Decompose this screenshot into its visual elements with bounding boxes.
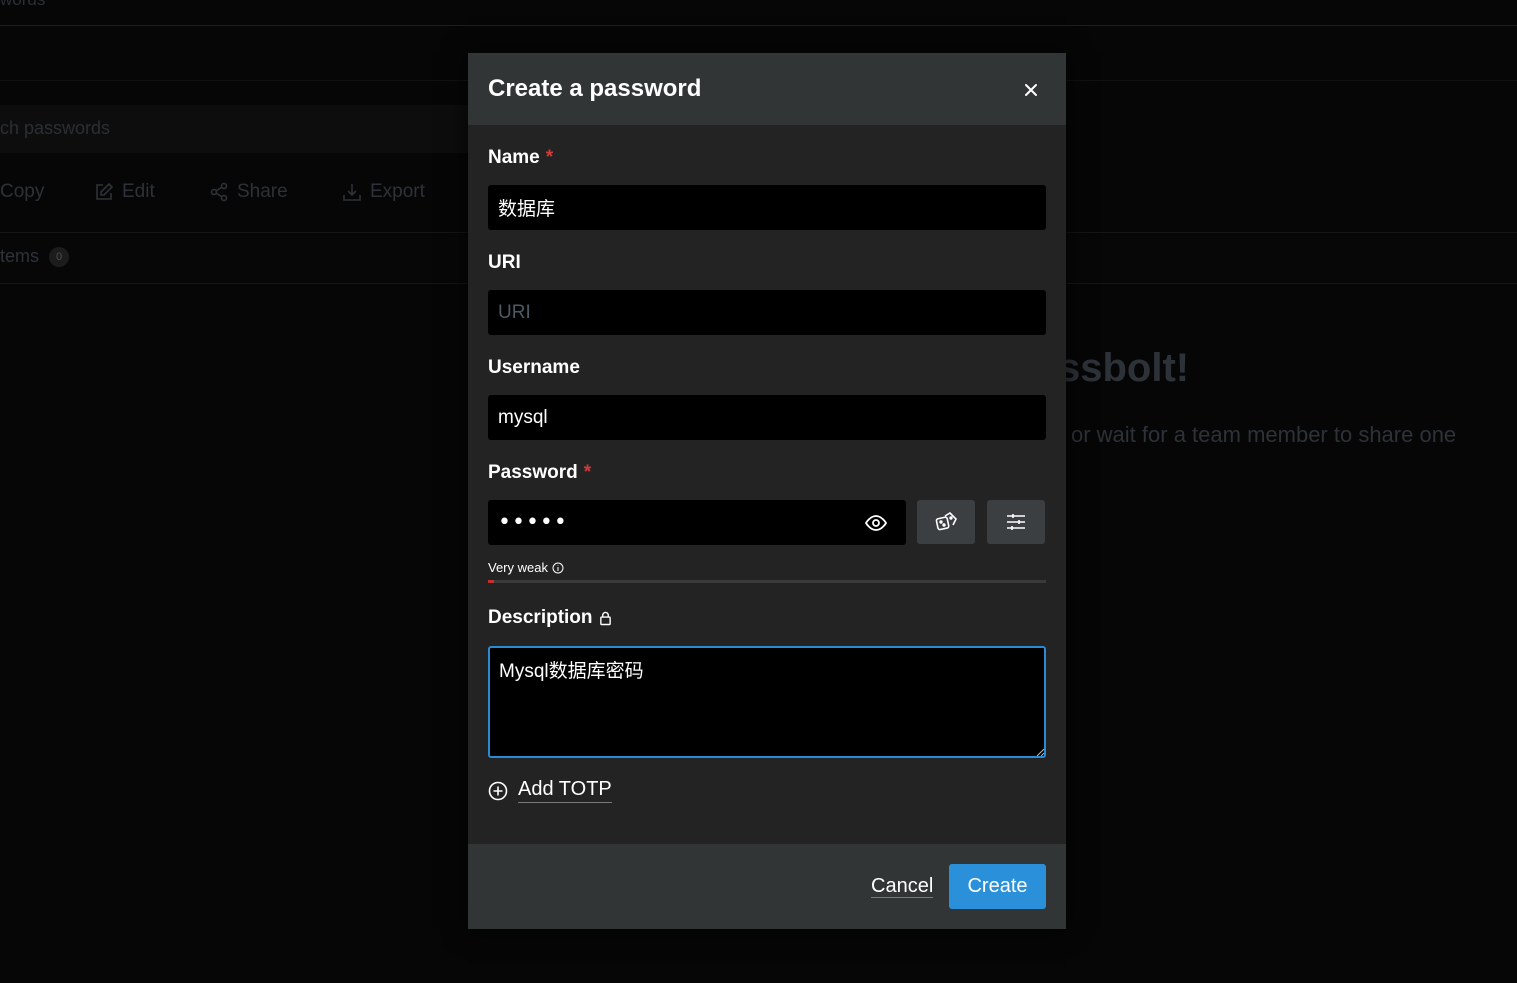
copy-label: Copy (0, 181, 45, 202)
uri-label-text: URI (488, 252, 521, 273)
eye-icon (864, 515, 888, 531)
resize-grip-icon[interactable] (1036, 748, 1044, 756)
password-strength: Very weak (488, 560, 564, 575)
description-textarea[interactable] (488, 646, 1046, 758)
dialog-footer: Cancel Create (468, 844, 1066, 929)
required-mark: * (583, 462, 592, 483)
dialog-title: Create a password (488, 75, 702, 102)
sliders-icon (1007, 514, 1025, 530)
strength-bar (488, 580, 1046, 583)
generate-password-button[interactable] (917, 500, 975, 544)
uri-input[interactable] (488, 290, 1046, 335)
welcome-title: ssbolt! (1058, 346, 1190, 390)
edit-icon (96, 182, 114, 200)
strength-label: Very weak (488, 560, 548, 575)
password-label-text: Password (488, 462, 578, 483)
password-field-wrapper (488, 500, 906, 545)
header-title: words (0, 0, 45, 10)
close-button[interactable] (1016, 75, 1046, 105)
username-label-text: Username (488, 357, 580, 378)
password-input[interactable] (488, 500, 858, 545)
dice-icon (935, 511, 957, 531)
description-label: Description (488, 607, 612, 629)
share-button[interactable]: Share (209, 181, 288, 203)
info-icon[interactable] (552, 562, 564, 574)
edit-button[interactable]: Edit (94, 181, 155, 203)
password-label: Password * (488, 462, 591, 484)
close-icon (1025, 84, 1037, 96)
cancel-button[interactable]: Cancel (871, 875, 934, 898)
export-label: Export (370, 181, 425, 202)
lock-icon (599, 611, 611, 626)
edit-label: Edit (122, 181, 155, 202)
items-count: tems 0 (0, 246, 70, 267)
add-totp-button[interactable]: Add TOTP (488, 778, 612, 803)
share-icon (210, 182, 228, 202)
items-label: tems (0, 246, 40, 266)
description-label-text: Description (488, 607, 593, 628)
password-generator-settings-button[interactable] (987, 500, 1045, 544)
copy-button[interactable]: Copy (0, 181, 44, 203)
export-button[interactable]: Export (342, 181, 425, 203)
action-toolbar: Copy Edit Share Export (0, 181, 470, 211)
name-input[interactable] (488, 185, 1046, 230)
name-label: Name * (488, 147, 553, 169)
create-password-dialog: Create a password Name * URI Username Pa… (468, 53, 1066, 929)
create-button[interactable]: Create (949, 864, 1046, 909)
username-input[interactable] (488, 395, 1046, 440)
share-label: Share (237, 181, 288, 202)
items-badge: 0 (49, 246, 70, 267)
show-password-button[interactable] (862, 509, 890, 537)
welcome-subtitle: or wait for a team member to share one (1071, 422, 1457, 447)
uri-label: URI (488, 252, 521, 274)
plus-circle-icon (488, 781, 508, 800)
username-label: Username (488, 357, 580, 379)
dialog-header: Create a password (468, 53, 1066, 125)
search-placeholder: ch passwords (0, 118, 111, 138)
add-totp-label: Add TOTP (518, 778, 612, 803)
required-mark: * (545, 147, 554, 168)
strength-bar-fill (488, 580, 494, 583)
name-label-text: Name (488, 147, 540, 168)
app-header: words (0, 0, 1517, 26)
export-icon (343, 184, 361, 201)
